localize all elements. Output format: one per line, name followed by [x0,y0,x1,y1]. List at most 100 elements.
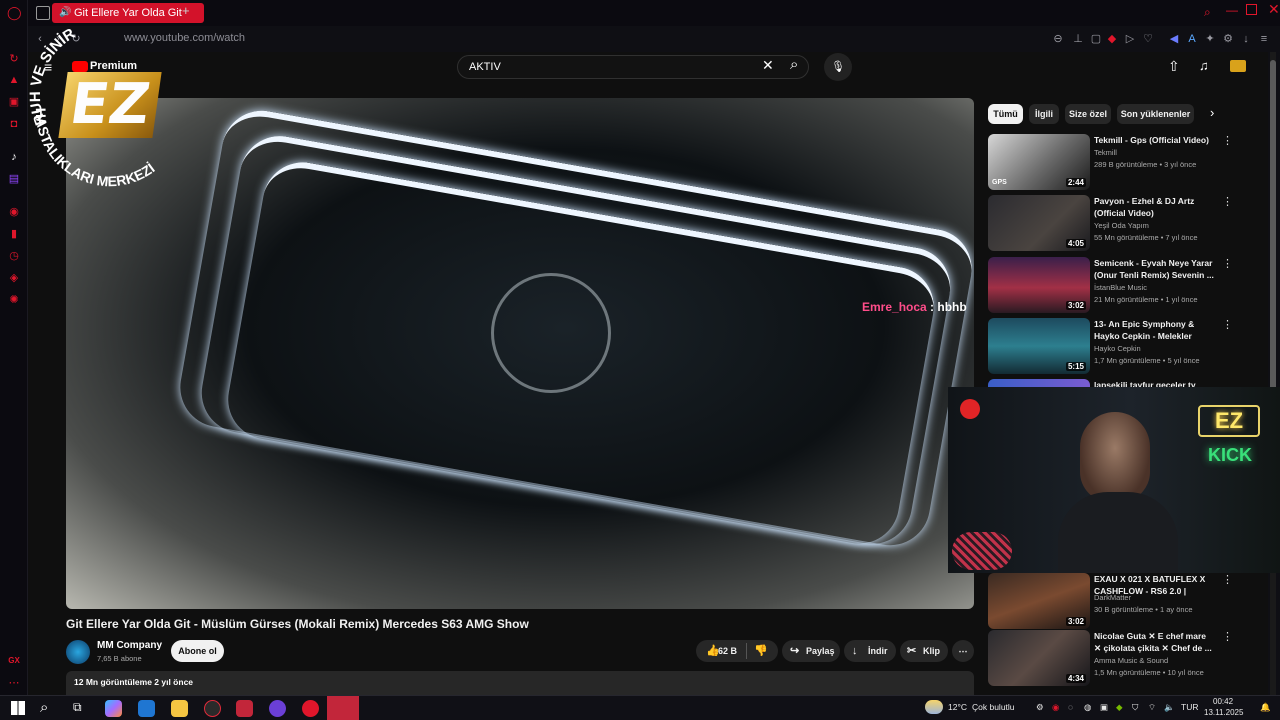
tray-app-icon[interactable]: ▣ [1100,702,1108,713]
clock-date[interactable]: 13.11.2025 [1204,708,1243,717]
scrollbar-thumb[interactable] [1270,60,1276,420]
rec-title[interactable]: Tekmill - Gps (Official Video) [1094,134,1214,146]
rec-title[interactable]: Nicolae Guta ✕ E chef mare ✕ çikolata çi… [1094,630,1214,654]
rec-thumbnail[interactable]: 4:05 [988,195,1090,251]
rec-more-icon[interactable]: ⋮ [1222,195,1233,208]
rec-more-icon[interactable]: ⋮ [1222,630,1233,643]
search-tabs-icon[interactable]: ⌕ [1204,5,1211,20]
chip-related[interactable]: İlgili [1029,104,1059,124]
downloads-icon[interactable]: ↓ [1238,31,1254,47]
speaker-icon[interactable]: 🔊 [59,3,71,23]
voice-search-icon[interactable]: 🎙 [824,53,852,81]
search-taskbar-icon[interactable]: ⌕ [40,699,48,716]
opera-gx-taskbar-icon[interactable] [204,700,221,717]
rec-title[interactable]: Semicenk - Eyvah Neye Yarar (Onur Tenli … [1094,257,1214,281]
heart-icon[interactable]: ♡ [1140,31,1156,47]
bookmarks-icon[interactable]: ▮ [7,227,21,241]
more-icon[interactable]: ⋯ [7,676,21,690]
tray-volume-icon[interactable]: 🔈 [1164,702,1175,713]
extensions-icon[interactable]: ✦ [1202,31,1218,47]
share-button[interactable]: ↪ Paylaş [782,640,840,662]
download-button[interactable]: ↓ İndir [844,640,896,662]
voice-app-icon[interactable] [236,700,253,717]
rec-channel[interactable]: Yeşil Oda Yapım [1094,221,1149,230]
instagram-icon[interactable]: ◘ [7,117,21,131]
rec-more-icon[interactable]: ⋮ [1222,134,1233,147]
history-icon[interactable]: ◷ [7,249,21,263]
opera-icon[interactable] [302,700,319,717]
rec-title[interactable]: 13- An Epic Symphony & Hayko Cepkin - Me… [1094,318,1214,342]
adblock-icon[interactable]: ◆ [1104,31,1120,47]
task-view-icon[interactable]: ⧉ [73,700,82,715]
chip-recent[interactable]: Son yüklenenler [1117,104,1194,124]
notifications-icon[interactable]: ♫ [1199,58,1209,73]
rec-title[interactable]: Pavyon - Ezhel & DJ Artz (Official Video… [1094,195,1214,219]
more-actions-button[interactable]: ⋯ [952,640,974,662]
rec-more-icon[interactable]: ⋮ [1222,257,1233,270]
description-box[interactable]: 12 Mn görüntüleme 2 yıl önce [66,671,974,695]
rec-channel[interactable]: Hayko Cepkin [1094,344,1141,353]
minimize-button[interactable]: — [1226,3,1238,17]
easy-setup-icon[interactable]: ⚙ [1220,31,1236,47]
rec-channel[interactable]: Tekmill [1094,148,1117,157]
recommendation-item[interactable]: 4:34 Nicolae Guta ✕ E chef mare ✕ çikola… [988,630,1233,688]
chip-all[interactable]: Tümü [988,104,1023,124]
video-player[interactable]: Emre_hoca : hbhb [66,98,974,609]
clear-search-icon[interactable]: ✕ [762,57,774,74]
rec-thumbnail[interactable]: 3:02 [988,257,1090,313]
player-icon[interactable]: ◉ [7,205,21,219]
tray-security-icon[interactable]: ⛉ [1132,702,1138,713]
send-icon[interactable]: ▷ [1122,31,1138,47]
tray-discord-icon[interactable]: ◍ [1084,702,1091,713]
search-input[interactable]: AKTIV [457,55,809,79]
snapshot-icon[interactable]: ▢ [1088,31,1104,47]
recommendation-item[interactable]: 3:02 Semicenk - Eyvah Neye Yarar (Onur T… [988,257,1233,315]
notification-icon[interactable]: 🔔 [1260,702,1271,713]
like-count[interactable]: 62 B [718,640,737,662]
language-indicator[interactable]: TUR [1181,702,1198,712]
windows-start-icon[interactable] [11,701,25,715]
rec-thumbnail[interactable]: 4:34 [988,630,1090,686]
recommendation-item[interactable]: 3:02 EXAU X 021 X BATUFLEX X CASHFLOW - … [988,573,1233,631]
weather-icon[interactable] [925,700,943,714]
weather-temp[interactable]: 12°C [948,702,967,712]
zoom-icon[interactable]: ⊖ [1050,31,1066,47]
wallet-icon[interactable]: ▲ [7,73,21,87]
pin-icon[interactable]: ⊥ [1070,31,1086,47]
rec-channel[interactable]: İstanBlue Music [1094,283,1147,292]
tab-manager-icon[interactable] [36,6,50,20]
gx-icon[interactable]: GX [7,654,21,668]
rec-channel[interactable]: Amma Music & Sound [1094,656,1168,665]
twitch-icon[interactable]: ▤ [7,172,21,186]
opera-logo-icon[interactable]: ◯ [7,6,22,20]
recommendation-item[interactable]: 4:05 Pavyon - Ezhel & DJ Artz (Official … [988,195,1233,253]
weather-text[interactable]: Çok bulutlu [972,702,1015,712]
audio-icon[interactable]: ◀ [1166,31,1182,47]
avatar[interactable] [1230,60,1246,72]
tray-network-icon[interactable]: ◌ [1068,702,1073,712]
recommendation-item[interactable]: GPS 2:44 Tekmill - Gps (Official Video) … [988,134,1233,192]
channel-avatar[interactable] [66,640,90,664]
rec-channel[interactable]: DarkMatter [1094,593,1131,602]
rec-more-icon[interactable]: ⋮ [1222,318,1233,331]
clip-button[interactable]: ✂ Klip [900,640,948,662]
tray-steam-icon[interactable]: ⚙ [1036,702,1044,713]
channel-name[interactable]: MM Company [97,640,162,651]
rec-more-icon[interactable]: ⋮ [1222,573,1233,586]
dislike-icon[interactable]: 👎 [754,640,768,662]
file-explorer-icon[interactable] [171,700,188,717]
rec-thumbnail[interactable]: 5:15 [988,318,1090,374]
edge-icon[interactable] [138,700,155,717]
close-window-button[interactable]: ✕ [1268,1,1280,18]
chips-next-icon[interactable]: › [1210,105,1214,120]
settings-icon[interactable]: ✺ [7,293,21,307]
copilot-icon[interactable] [105,700,122,717]
gx-control-icon[interactable]: ↻ [7,52,21,66]
messenger-icon[interactable]: ▣ [7,95,21,109]
rec-thumbnail[interactable]: GPS 2:44 [988,134,1090,190]
upload-icon[interactable]: ⇧ [1168,58,1180,75]
subscribe-button[interactable]: Abone ol [171,640,224,662]
rec-thumbnail[interactable]: 3:02 [988,573,1090,629]
tiktok-icon[interactable]: ♪ [7,150,21,164]
recommendation-item[interactable]: 5:15 13- An Epic Symphony & Hayko Cepkin… [988,318,1233,376]
